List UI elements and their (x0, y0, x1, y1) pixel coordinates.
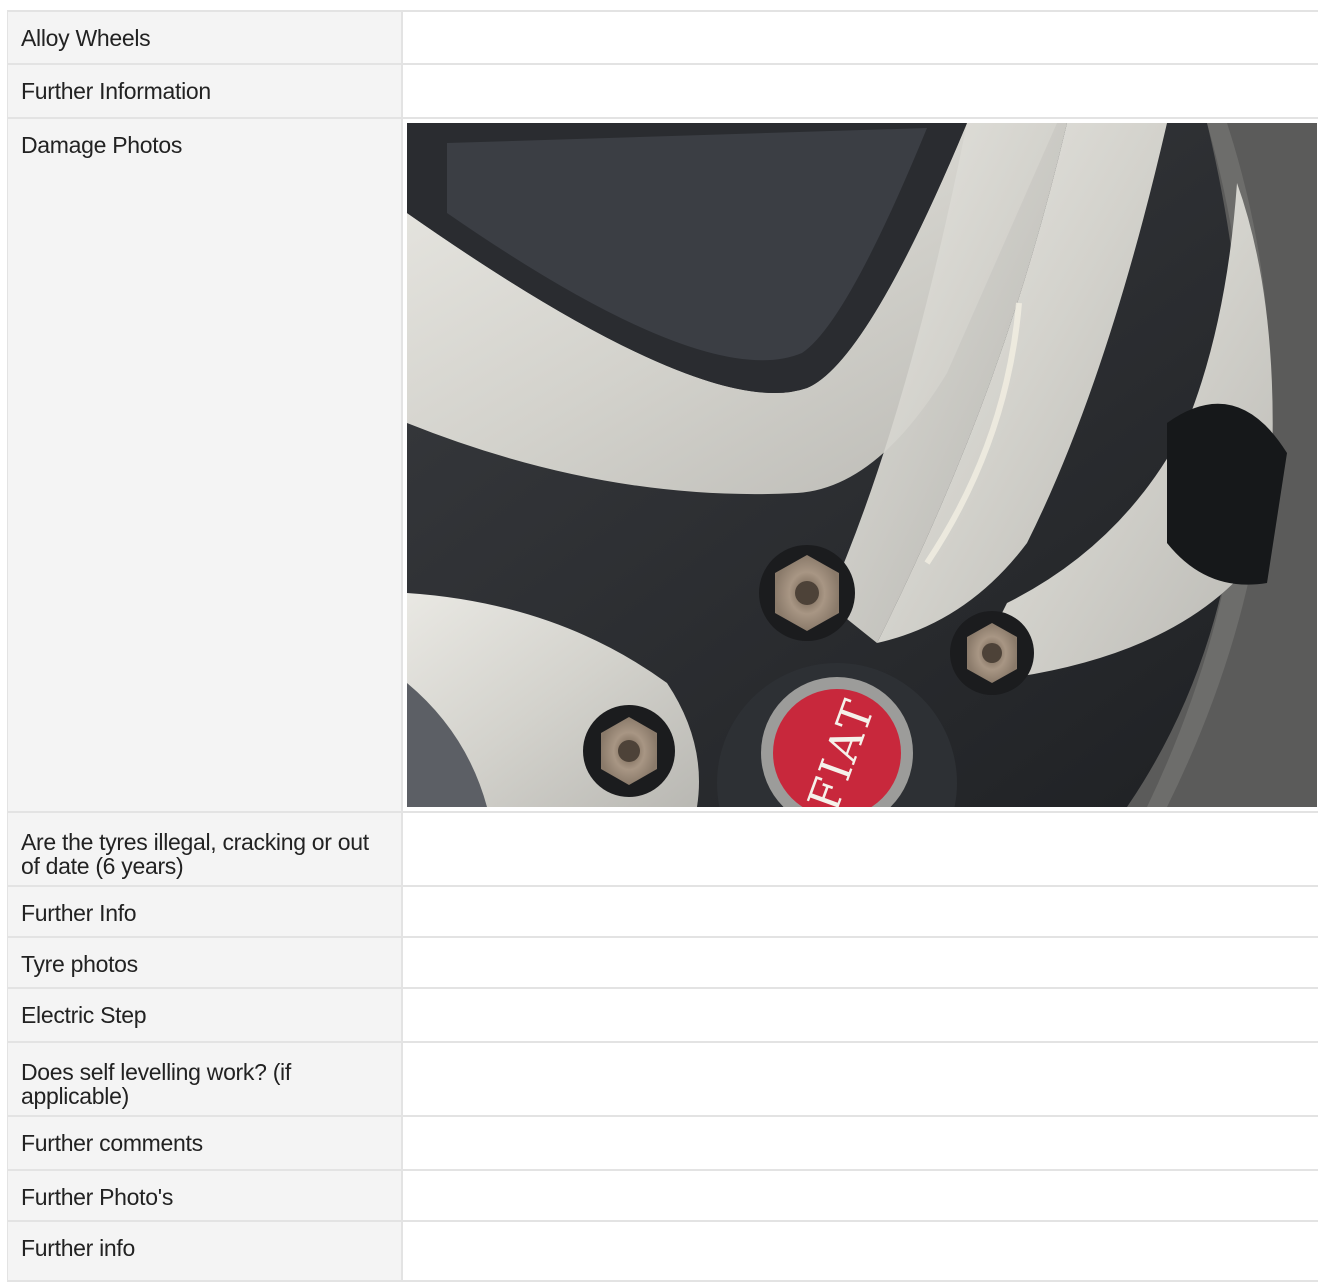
row-label: Tyre photos (7, 938, 403, 987)
table-row: Electric Step (7, 989, 1318, 1043)
table-row: Further Info (7, 887, 1318, 938)
table-row: Further info (7, 1222, 1318, 1282)
row-label: Further Information (7, 65, 403, 117)
row-label: Does self levelling work? (if applicable… (7, 1043, 403, 1115)
table-row: Damage Photos FIAT (7, 119, 1318, 813)
table-row: Alloy Wheels (7, 12, 1318, 65)
table-row: Tyre photos (7, 938, 1318, 989)
table-row: Further comments (7, 1117, 1318, 1171)
inspection-table: Alloy Wheels Further Information Damage … (7, 10, 1318, 1282)
row-label: Damage Photos (7, 119, 403, 811)
row-value (403, 65, 1318, 117)
row-value (403, 989, 1318, 1041)
row-value (403, 1043, 1318, 1115)
table-row: Are the tyres illegal, cracking or out o… (7, 813, 1318, 887)
row-value (403, 1171, 1318, 1220)
row-label: Electric Step (7, 989, 403, 1041)
row-label: Further Photo's (7, 1171, 403, 1220)
row-value (403, 938, 1318, 987)
table-row: Does self levelling work? (if applicable… (7, 1043, 1318, 1117)
row-label: Further comments (7, 1117, 403, 1169)
row-value (403, 1222, 1318, 1280)
row-value (403, 887, 1318, 936)
row-label: Further Info (7, 887, 403, 936)
row-label: Alloy Wheels (7, 12, 403, 63)
table-row: Further Photo's (7, 1171, 1318, 1222)
row-value (403, 12, 1318, 63)
table-row: Further Information (7, 65, 1318, 119)
row-value (403, 1117, 1318, 1169)
damage-photo-cell: FIAT (403, 119, 1318, 811)
damage-photo[interactable]: FIAT (407, 123, 1317, 807)
row-label: Further info (7, 1222, 403, 1280)
row-label: Are the tyres illegal, cracking or out o… (7, 813, 403, 885)
row-value (403, 813, 1318, 885)
